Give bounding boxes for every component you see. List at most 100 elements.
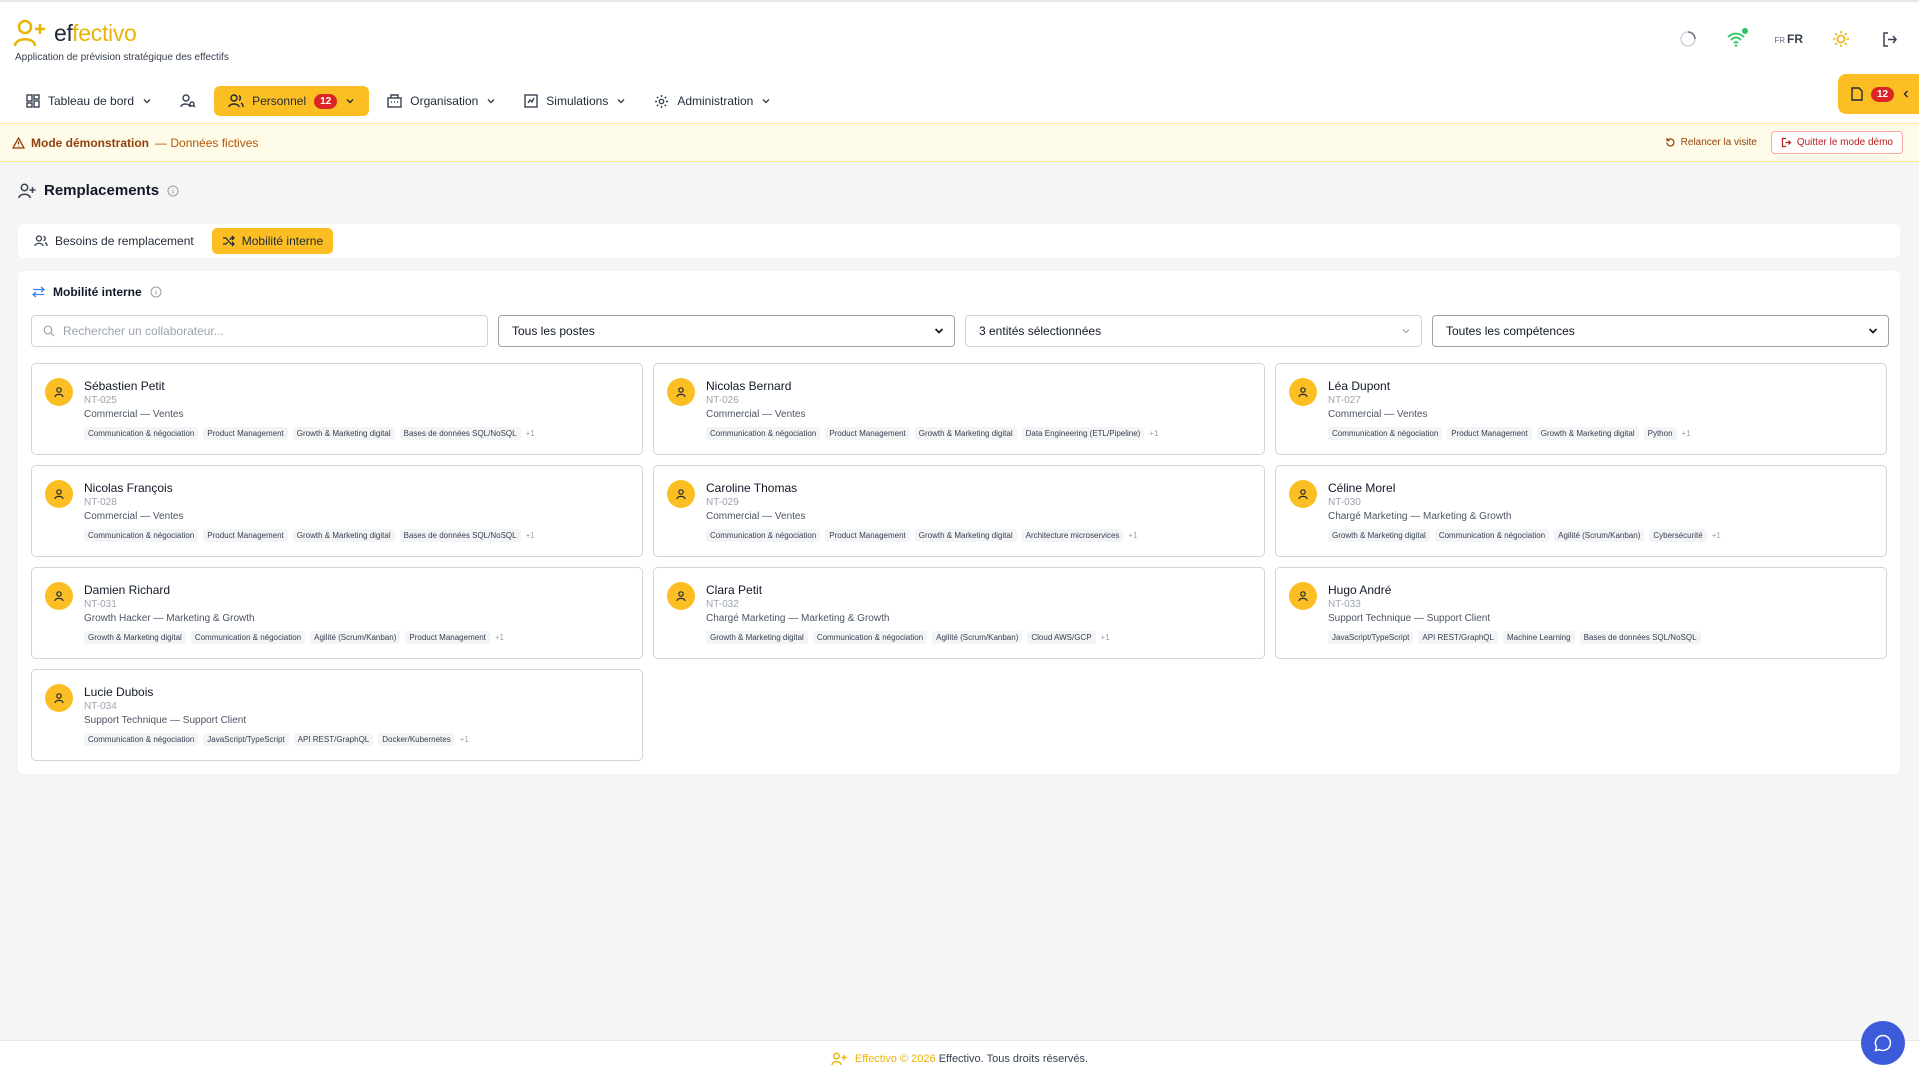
employee-role: Commercial — Ventes xyxy=(1328,409,1428,420)
wifi-icon[interactable] xyxy=(1726,28,1749,49)
employee-id: NT-026 xyxy=(706,395,739,406)
chevron-down-icon xyxy=(143,99,151,104)
nav-dashboard[interactable]: Tableau de bord xyxy=(16,86,162,116)
skill-list: Communication & négociation Product Mana… xyxy=(84,427,632,440)
skills-select[interactable]: Toutes les compétences xyxy=(1432,315,1889,347)
user-icon xyxy=(54,387,64,398)
employee-card[interactable]: Hugo André NT-033 Support Technique — Su… xyxy=(1275,567,1887,659)
restart-tour-label: Relancer la visite xyxy=(1680,137,1757,148)
employee-name: Caroline Thomas xyxy=(706,481,798,495)
employee-card[interactable]: Caroline Thomas NT-029 Commercial — Vent… xyxy=(653,465,1265,557)
notes-drawer-tab[interactable]: 12 xyxy=(1838,74,1919,114)
employee-role: Growth Hacker — Marketing & Growth xyxy=(84,613,255,624)
skill-chip: API REST/GraphQL xyxy=(293,733,374,746)
employee-id: NT-027 xyxy=(1328,395,1361,406)
skill-chip: Product Management xyxy=(203,529,288,542)
skill-chip: Product Management xyxy=(203,427,288,440)
employee-card[interactable]: Clara Petit NT-032 Chargé Marketing — Ma… xyxy=(653,567,1265,659)
demo-banner: Mode démonstration — Données fictives Re… xyxy=(0,123,1919,162)
nav-user-search[interactable] xyxy=(170,86,206,116)
employee-card[interactable]: Nicolas François NT-028 Commercial — Ven… xyxy=(31,465,643,557)
more-skills-count: +1 xyxy=(525,429,535,438)
skill-chip: Agilité (Scrum/Kanban) xyxy=(310,631,401,644)
skill-chip: API REST/GraphQL xyxy=(1418,631,1498,644)
chevron-down-icon xyxy=(1402,329,1410,334)
employee-card[interactable]: Sébastien Petit NT-025 Commercial — Vent… xyxy=(31,363,643,455)
skill-list: Growth & Marketing digital Communication… xyxy=(706,631,1254,644)
employee-id: NT-034 xyxy=(84,701,117,712)
entities-select[interactable]: 3 entités sélectionnées xyxy=(965,315,1422,347)
chat-button[interactable] xyxy=(1861,1021,1905,1065)
skill-chip: Machine Learning xyxy=(1502,631,1575,644)
skill-chip: Docker/Kubernetes xyxy=(378,733,455,746)
skill-chip: Communication & négociation xyxy=(190,631,306,644)
more-skills-count: +1 xyxy=(1681,429,1691,438)
skill-list: Growth & Marketing digital Communication… xyxy=(84,631,632,644)
employee-card[interactable]: Céline Morel NT-030 Chargé Marketing — M… xyxy=(1275,465,1887,557)
chevron-left-icon xyxy=(1903,90,1909,98)
employee-id: NT-031 xyxy=(84,599,117,610)
skill-chip: Bases de données SQL/NoSQL xyxy=(399,427,521,440)
user-plus-icon xyxy=(18,183,36,198)
employee-role: Support Technique — Support Client xyxy=(84,715,247,726)
skill-chip: Bases de données SQL/NoSQL xyxy=(1579,631,1701,644)
skill-chip: Growth & Marketing digital xyxy=(84,631,186,644)
skill-chip: Data Engineering (ETL/Pipeline) xyxy=(1021,427,1145,440)
info-icon[interactable] xyxy=(167,184,179,197)
restart-tour-button[interactable]: Relancer la visite xyxy=(1665,137,1757,148)
logout-icon[interactable] xyxy=(1879,29,1899,49)
user-search-icon xyxy=(180,94,196,108)
info-icon[interactable] xyxy=(150,286,162,298)
avatar xyxy=(45,378,73,406)
avatar xyxy=(1289,378,1317,406)
app-subtitle: Application de prévision stratégique des… xyxy=(15,52,229,63)
brand[interactable]: effectivo Application de prévision strat… xyxy=(14,18,229,63)
skill-chip: JavaScript/TypeScript xyxy=(1328,631,1414,644)
panel-header: Mobilité interne xyxy=(32,285,162,299)
skill-chip: Python xyxy=(1643,427,1677,440)
skill-chip: Product Management xyxy=(405,631,490,644)
footer-rights: Effectivo. Tous droits réservés. xyxy=(938,1053,1089,1065)
avatar xyxy=(45,582,73,610)
employee-name: Hugo André xyxy=(1328,583,1392,597)
simulation-icon xyxy=(524,94,538,108)
employee-name: Nicolas Bernard xyxy=(706,379,792,393)
footer-copyright: © 2026 xyxy=(899,1053,936,1065)
chevron-down-icon xyxy=(762,99,770,104)
skill-chip: Cloud AWS/GCP xyxy=(1027,631,1096,644)
header-actions: FR FR xyxy=(1678,28,1899,49)
skill-chip: Architecture microservices xyxy=(1021,529,1124,542)
gear-icon xyxy=(655,94,669,108)
search-input[interactable]: Rechercher un collaborateur... xyxy=(31,315,488,347)
building-icon xyxy=(387,94,402,108)
skill-list: Communication & négociation Product Mana… xyxy=(706,427,1254,440)
employee-id: NT-030 xyxy=(1328,497,1361,508)
tab-replacement-needs[interactable]: Besoins de remplacement xyxy=(24,228,204,254)
skill-chip: Bases de données SQL/NoSQL xyxy=(399,529,521,542)
skill-chip: Agilité (Scrum/Kanban) xyxy=(932,631,1023,644)
tab-internal-mobility[interactable]: Mobilité interne xyxy=(211,228,334,254)
nav-simulations-label: Simulations xyxy=(546,94,609,108)
language-switcher[interactable]: FR FR xyxy=(1774,32,1803,46)
employee-card[interactable]: Damien Richard NT-031 Growth Hacker — Ma… xyxy=(31,567,643,659)
nav-simulations[interactable]: Simulations xyxy=(514,86,636,116)
employee-id: NT-029 xyxy=(706,497,739,508)
nav-organisation[interactable]: Organisation xyxy=(377,86,506,116)
skill-chip: Communication & négociation xyxy=(84,427,199,440)
employee-id: NT-028 xyxy=(84,497,117,508)
quit-demo-button[interactable]: Quitter le mode démo xyxy=(1770,131,1903,154)
employee-card[interactable]: Léa Dupont NT-027 Commercial — Ventes Co… xyxy=(1275,363,1887,455)
employee-card[interactable]: Nicolas Bernard NT-026 Commercial — Vent… xyxy=(653,363,1265,455)
nav-administration[interactable]: Administration xyxy=(644,86,781,116)
sync-spinner-icon xyxy=(1678,29,1698,49)
nav-personnel[interactable]: Personnel 12 xyxy=(214,86,370,116)
tab-internal-mobility-label: Mobilité interne xyxy=(241,234,324,248)
skill-chip: Growth & Marketing digital xyxy=(914,427,1017,440)
sun-icon[interactable] xyxy=(1831,29,1851,49)
employee-card[interactable]: Lucie Dubois NT-034 Support Technique — … xyxy=(31,669,643,761)
search-placeholder: Rechercher un collaborateur... xyxy=(63,324,224,338)
skill-chip: Growth & Marketing digital xyxy=(914,529,1017,542)
employee-name: Clara Petit xyxy=(706,583,763,597)
note-icon xyxy=(1851,87,1863,101)
posts-select[interactable]: Tous les postes xyxy=(498,315,955,347)
